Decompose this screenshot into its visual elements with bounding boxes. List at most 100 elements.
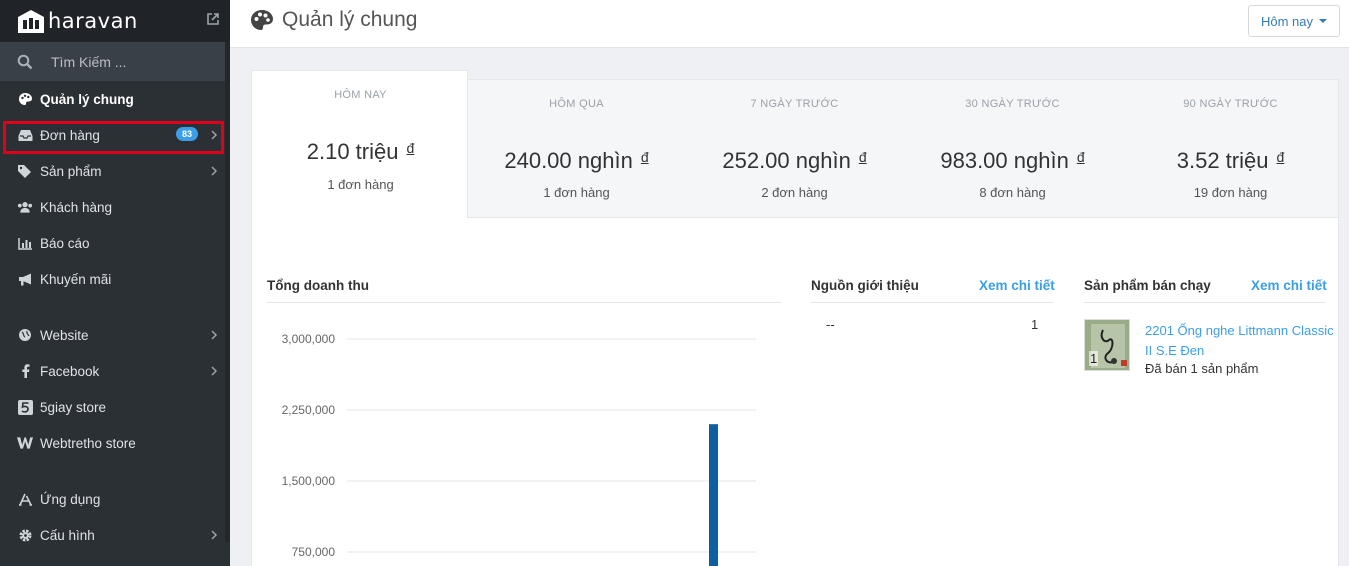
brand-logo[interactable]: haravan <box>0 0 230 42</box>
stat-orders: 1 đơn hàng <box>543 185 610 200</box>
chart-y-tick-label: 1,500,000 <box>282 474 336 488</box>
stat-tab-90-days[interactable]: 90 NGÀY TRƯỚC 3.52 triệu đ 19 đơn hàng <box>1122 80 1339 219</box>
sidebar-nav: Quản lý chung Đơn hàng 83 Sản phẩm Khách… <box>0 81 230 553</box>
palette-icon <box>17 91 33 107</box>
caret-down-icon <box>1319 19 1327 23</box>
facebook-icon <box>17 363 33 379</box>
sidebar-item-label: Khuyến mãi <box>40 271 112 287</box>
stat-value: 3.52 triệu đ <box>1122 148 1339 174</box>
sidebar-item-label: Cấu hình <box>40 527 95 543</box>
referrals-divider <box>811 302 1054 303</box>
currency-symbol: đ <box>1076 149 1085 165</box>
sidebar-item-promotions[interactable]: Khuyến mãi <box>0 261 230 297</box>
sidebar-item-products[interactable]: Sản phẩm <box>0 153 230 189</box>
chart-y-tick-label: 2,250,000 <box>282 403 336 417</box>
product-thumbnail[interactable]: 1 <box>1084 319 1130 371</box>
inbox-icon <box>17 127 33 143</box>
sidebar-item-settings[interactable]: Cấu hình <box>0 517 230 553</box>
stat-orders: 8 đơn hàng <box>979 185 1046 200</box>
stat-label: HÔM NAY <box>334 89 387 101</box>
stat-tabs-inactive: HÔM QUA 240.00 nghìn đ 1 đơn hàng 7 NGÀY … <box>468 79 1339 218</box>
gear-icon <box>17 527 33 543</box>
sidebar-item-orders[interactable]: Đơn hàng 83 <box>0 117 230 153</box>
stat-amount: 3.52 triệu <box>1176 148 1269 173</box>
sidebar-item-label: Ứng dụng <box>40 491 101 507</box>
sidebar-item-customers[interactable]: Khách hàng <box>0 189 230 225</box>
bar-chart-icon <box>17 235 33 251</box>
sidebar-item-webtretho-store[interactable]: Webtretho store <box>0 425 230 461</box>
chevron-right-icon <box>211 130 218 140</box>
referral-count: 1 <box>1031 317 1039 332</box>
sidebar-item-label: Website <box>40 327 89 343</box>
brand-name: haravan <box>48 9 138 33</box>
sidebar-item-facebook[interactable]: Facebook <box>0 353 230 389</box>
sidebar-search <box>0 42 230 81</box>
stats-tabs: HÔM NAY 2.10 triệu đ 1 đơn hàng HÔM QUA 2… <box>251 70 1339 218</box>
bullhorn-icon <box>17 271 33 287</box>
dashboard-panel: Tổng doanh thu 3,000,000 2,250,000 1,500,0… <box>251 218 1339 566</box>
sidebar-item-apps[interactable]: Ứng dụng <box>0 481 230 517</box>
stat-value: 983.00 nghìn đ <box>904 148 1121 174</box>
stat-amount: 983.00 nghìn <box>940 148 1069 173</box>
sidebar-item-label: Đơn hàng <box>40 127 100 143</box>
stat-tab-today[interactable]: HÔM NAY 2.10 triệu đ 1 đơn hàng <box>251 70 468 218</box>
page-title: Quản lý chung <box>282 8 418 31</box>
chevron-right-icon <box>211 166 218 176</box>
users-icon <box>17 199 33 215</box>
sidebar-item-label: Báo cáo <box>40 235 90 251</box>
tags-icon <box>17 163 33 179</box>
page-title-wrap: Quản lý chung <box>250 8 417 32</box>
stat-value: 252.00 nghìn đ <box>686 148 903 174</box>
sidebar-item-label: Sản phẩm <box>40 163 102 179</box>
sidebar-scrollbar[interactable] <box>225 42 230 542</box>
bestseller-item: 1 2201 Ống nghe Littmann Classic II S.E … <box>1084 319 1334 379</box>
stat-value: 2.10 triệu đ <box>252 139 469 165</box>
stat-amount: 2.10 triệu <box>306 139 399 164</box>
referrals-view-details-link[interactable]: Xem chi tiết <box>979 278 1055 293</box>
sidebar-item-label: Webtretho store <box>40 435 136 451</box>
chevron-right-icon <box>211 366 218 376</box>
stat-orders: 1 đơn hàng <box>327 177 394 192</box>
date-range-label: Hôm nay <box>1260 13 1313 29</box>
product-name-link[interactable]: 2201 Ống nghe Littmann Classic II S.E Đe… <box>1145 321 1335 361</box>
nav-spacer <box>0 461 230 481</box>
bestsellers-divider <box>1084 302 1326 303</box>
globe-icon <box>17 327 33 343</box>
product-sold-count: Đã bán 1 sản phẩm <box>1145 361 1259 376</box>
sidebar-item-reports[interactable]: Báo cáo <box>0 225 230 261</box>
5giay-logo-icon <box>17 399 33 415</box>
bestsellers-view-details-link[interactable]: Xem chi tiết <box>1251 278 1327 293</box>
sidebar-item-label: Facebook <box>40 363 100 379</box>
sidebar-item-website[interactable]: Website <box>0 317 230 353</box>
referrals-title: Nguồn giới thiệu <box>811 278 919 293</box>
nav-spacer <box>0 297 230 317</box>
sidebar-item-5giay-store[interactable]: 5giay store <box>0 389 230 425</box>
palette-icon <box>251 10 273 30</box>
stat-tab-yesterday[interactable]: HÔM QUA 240.00 nghìn đ 1 đơn hàng <box>468 80 685 219</box>
stat-value: 240.00 nghìn đ <box>468 148 685 174</box>
orders-count-badge: 83 <box>175 127 198 141</box>
sidebar: haravan Quản lý chung Đơn hàng 83 <box>0 0 230 566</box>
app-store-icon <box>17 491 33 507</box>
stat-tab-7-days[interactable]: 7 NGÀY TRƯỚC 252.00 nghìn đ 2 đơn hàng <box>686 80 903 219</box>
chart-y-tick-label: 3,000,000 <box>282 332 336 346</box>
bestsellers-title: Sản phẩm bán chạy <box>1084 278 1211 293</box>
currency-symbol: đ <box>406 140 415 156</box>
external-link-icon[interactable] <box>206 12 220 26</box>
sidebar-item-dashboard[interactable]: Quản lý chung <box>0 81 230 117</box>
sidebar-item-label: 5giay store <box>40 399 107 415</box>
stat-label: 30 NGÀY TRƯỚC <box>965 98 1060 110</box>
chevron-right-icon <box>211 530 218 540</box>
stat-label: 90 NGÀY TRƯỚC <box>1183 98 1278 110</box>
stat-orders: 19 đơn hàng <box>1193 185 1268 200</box>
product-quantity: 1 <box>1089 351 1099 366</box>
page-header: Quản lý chung Hôm nay <box>230 0 1349 48</box>
stat-tab-30-days[interactable]: 30 NGÀY TRƯỚC 983.00 nghìn đ 8 đơn hàng <box>904 80 1121 219</box>
currency-symbol: đ <box>640 149 649 165</box>
date-range-dropdown[interactable]: Hôm nay <box>1247 5 1340 37</box>
stat-label: 7 NGÀY TRƯỚC <box>750 98 839 110</box>
chart-bar[interactable] <box>709 424 718 566</box>
sidebar-item-label: Khách hàng <box>40 199 113 215</box>
search-input[interactable] <box>51 53 201 70</box>
search-icon <box>17 54 33 69</box>
